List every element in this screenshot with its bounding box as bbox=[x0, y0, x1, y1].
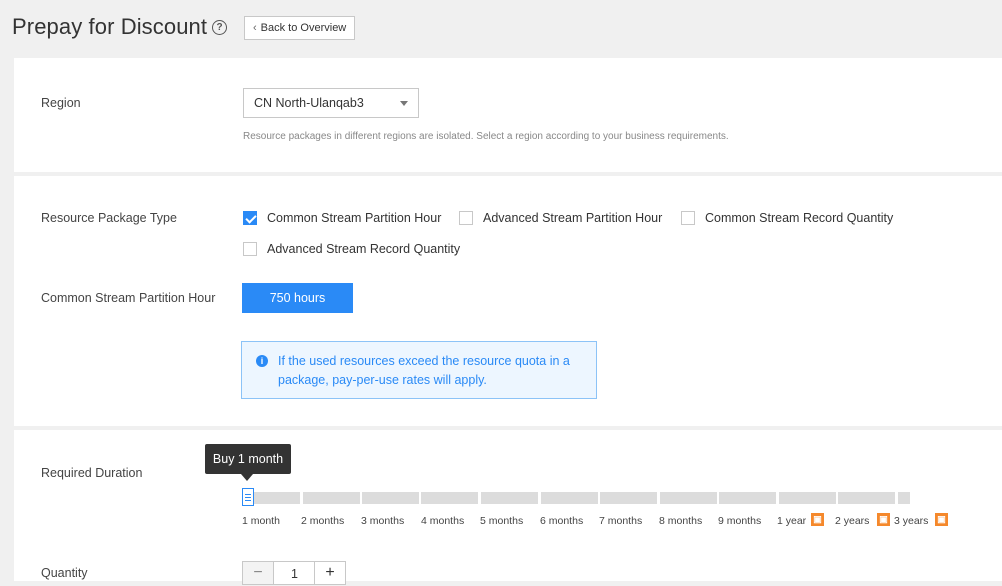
partition-hour-label: Common Stream Partition Hour bbox=[41, 291, 216, 305]
package-option-advanced-record[interactable]: Advanced Stream Record Quantity bbox=[243, 241, 460, 257]
slider-segment[interactable] bbox=[600, 492, 657, 504]
tooltip-arrow bbox=[241, 474, 253, 481]
checkbox[interactable] bbox=[243, 242, 257, 256]
duration-panel bbox=[14, 430, 1002, 581]
duration-slider-handle[interactable] bbox=[242, 488, 254, 506]
package-option-label: Advanced Stream Partition Hour bbox=[483, 211, 663, 225]
tick-2-months[interactable]: 2 months bbox=[301, 515, 344, 527]
slider-segment[interactable] bbox=[481, 492, 538, 504]
tick-9-months[interactable]: 9 months bbox=[718, 515, 761, 527]
question-circle-icon[interactable]: ? bbox=[212, 20, 227, 35]
package-option-label: Common Stream Record Quantity bbox=[705, 211, 894, 225]
tick-5-months[interactable]: 5 months bbox=[480, 515, 523, 527]
grip-line bbox=[245, 497, 251, 498]
page-header: Prepay for Discount ? ‹ Back to Overview bbox=[0, 0, 1002, 56]
tick-1-month[interactable]: 1 month bbox=[242, 515, 280, 527]
package-option-label: Common Stream Partition Hour bbox=[267, 211, 442, 225]
slider-segment[interactable] bbox=[719, 492, 776, 504]
slider-segment[interactable] bbox=[303, 492, 360, 504]
notice-text: If the used resources exceed the resourc… bbox=[278, 354, 570, 387]
region-select[interactable]: CN North-Ulanqab3 bbox=[243, 88, 419, 118]
duration-label: Required Duration bbox=[41, 466, 143, 480]
slider-segment[interactable] bbox=[838, 492, 895, 504]
tick-3-months[interactable]: 3 months bbox=[361, 515, 404, 527]
slider-segment[interactable] bbox=[898, 492, 910, 504]
region-select-value: CN North-Ulanqab3 bbox=[254, 96, 364, 110]
tick-3-years[interactable]: 3 years bbox=[894, 515, 928, 527]
package-type-label: Resource Package Type bbox=[41, 211, 177, 225]
package-option-label: Advanced Stream Record Quantity bbox=[267, 242, 461, 256]
package-option-advanced-partition[interactable]: Advanced Stream Partition Hour bbox=[459, 210, 662, 226]
slider-segment[interactable] bbox=[660, 492, 717, 504]
checkbox[interactable] bbox=[681, 211, 695, 225]
tick-8-months[interactable]: 8 months bbox=[659, 515, 702, 527]
page-title: Prepay for Discount bbox=[12, 14, 208, 39]
region-panel bbox=[14, 58, 1002, 172]
package-option-common-partition[interactable]: Common Stream Partition Hour bbox=[243, 210, 441, 226]
quantity-stepper[interactable]: − 1 + bbox=[242, 561, 346, 585]
quantity-label: Quantity bbox=[41, 566, 88, 580]
gift-icon: ▣ bbox=[935, 513, 948, 526]
tick-6-months[interactable]: 6 months bbox=[540, 515, 583, 527]
hours-option-button[interactable]: 750 hours bbox=[242, 283, 353, 313]
tick-2-years[interactable]: 2 years bbox=[835, 515, 869, 527]
grip-line bbox=[245, 494, 251, 495]
pay-per-use-notice: i If the used resources exceed the resou… bbox=[241, 341, 597, 399]
back-to-overview-button[interactable]: ‹ Back to Overview bbox=[244, 16, 356, 40]
checkbox[interactable] bbox=[459, 211, 473, 225]
chevron-down-icon bbox=[400, 101, 408, 106]
duration-tooltip: Buy 1 month bbox=[205, 444, 291, 474]
gift-icon: ▣ bbox=[811, 513, 824, 526]
tick-7-months[interactable]: 7 months bbox=[599, 515, 642, 527]
slider-segment[interactable] bbox=[421, 492, 478, 504]
grip-line bbox=[245, 500, 251, 501]
slider-segment[interactable] bbox=[362, 492, 419, 504]
checkbox-checked[interactable] bbox=[243, 211, 257, 225]
gift-icon: ▣ bbox=[877, 513, 890, 526]
info-icon: i bbox=[256, 355, 268, 367]
tick-4-months[interactable]: 4 months bbox=[421, 515, 464, 527]
package-option-common-record[interactable]: Common Stream Record Quantity bbox=[681, 210, 893, 226]
back-button-label: Back to Overview bbox=[260, 22, 347, 34]
slider-segment[interactable] bbox=[541, 492, 598, 504]
slider-segment[interactable] bbox=[779, 492, 836, 504]
tick-1-year[interactable]: 1 year bbox=[777, 515, 806, 527]
region-label: Region bbox=[41, 96, 81, 110]
chevron-left-icon: ‹ bbox=[253, 22, 257, 34]
region-hint: Resource packages in different regions a… bbox=[243, 131, 729, 142]
